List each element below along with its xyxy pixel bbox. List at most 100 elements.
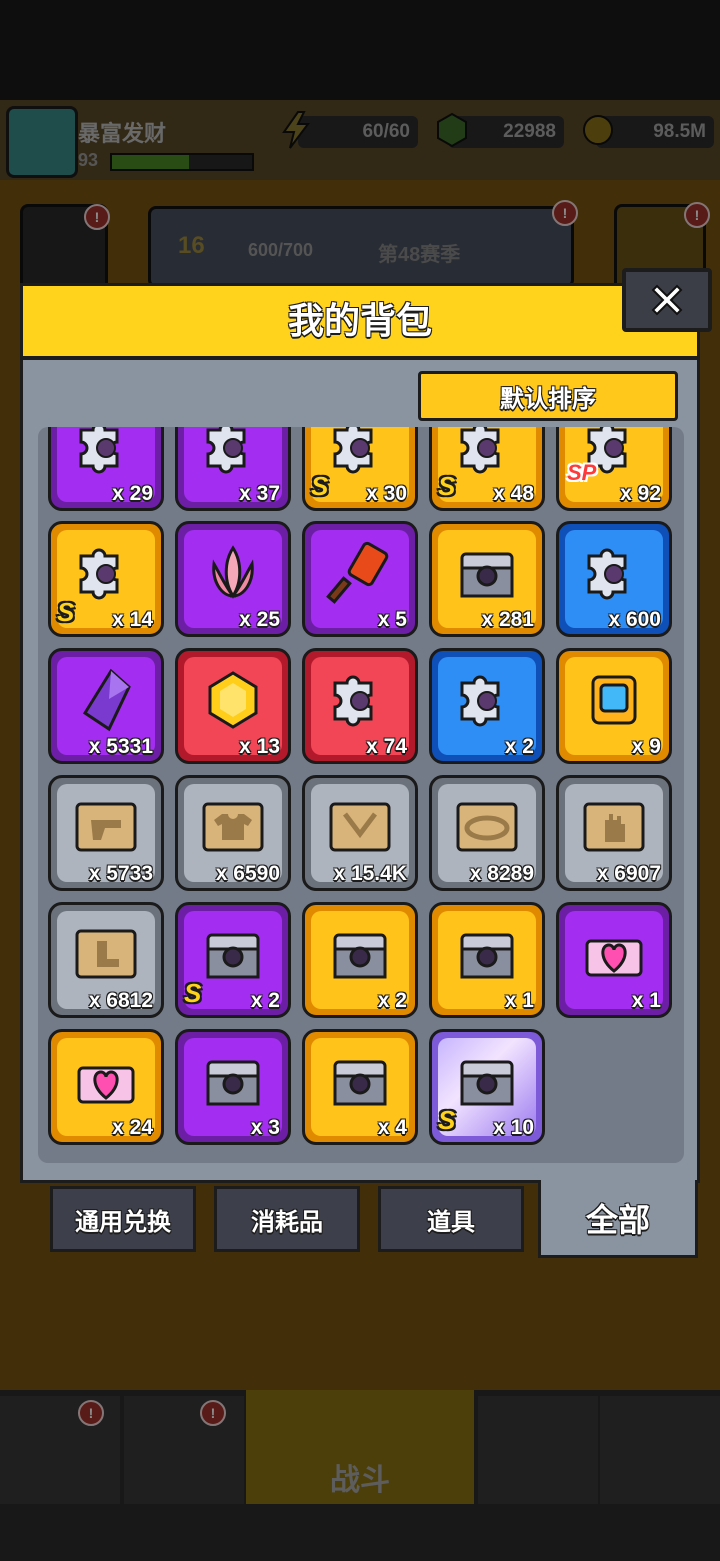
item-count: x 5331	[88, 735, 153, 758]
item-count: x 5733	[88, 862, 153, 885]
chest-icon	[321, 1042, 399, 1120]
item-count: x 13	[239, 735, 280, 758]
puzzle-piece-icon	[321, 427, 399, 486]
hammer-icon	[321, 534, 399, 612]
close-icon	[651, 284, 683, 316]
inventory-item[interactable]: Sx 10	[429, 1029, 545, 1145]
purple-crystal-icon	[67, 661, 145, 739]
tab-all[interactable]: 全部	[538, 1180, 698, 1258]
inventory-item[interactable]: Sx 14	[48, 521, 164, 637]
blueprint-belt-icon	[448, 788, 526, 866]
inventory-item[interactable]: x 281	[429, 521, 545, 637]
inventory-item[interactable]: x 1	[556, 902, 672, 1018]
chest-icon	[448, 1042, 526, 1120]
item-count: x 4	[377, 1116, 407, 1139]
inventory-item[interactable]: Sx 2	[175, 902, 291, 1018]
item-count: x 281	[481, 608, 534, 631]
inventory-item[interactable]: x 6812	[48, 902, 164, 1018]
lotus-icon	[194, 534, 272, 612]
blueprint-necklace-icon	[321, 788, 399, 866]
rarity-s-badge: S	[311, 471, 329, 501]
heart-chest-icon	[67, 1042, 145, 1120]
tab-label: 消耗品	[251, 1208, 323, 1236]
blueprint-glove-icon	[575, 788, 653, 866]
inventory-item[interactable]: x 29	[48, 427, 164, 511]
item-count: x 14	[112, 608, 153, 631]
tab-consumables[interactable]: 消耗品	[214, 1186, 360, 1252]
blueprint-shirt-icon	[194, 788, 272, 866]
rarity-s-badge: S	[438, 471, 456, 501]
tab-label: 道具	[427, 1208, 475, 1236]
item-count: x 8289	[469, 862, 534, 885]
sort-button[interactable]: 默认排序	[418, 371, 678, 421]
inventory-item[interactable]: x 8289	[429, 775, 545, 891]
rarity-s-badge: S	[184, 978, 202, 1008]
item-count: x 10	[493, 1116, 534, 1139]
chest-icon	[194, 1042, 272, 1120]
item-count: x 6907	[596, 862, 661, 885]
inventory-item[interactable]: x 24	[48, 1029, 164, 1145]
item-grid: x 29 x 37 Sx 30 Sx 48 SP x 92 Sx 14 x 25 x 5x 28…	[38, 427, 684, 1163]
puzzle-piece-icon	[67, 534, 145, 612]
item-count: x 29	[112, 482, 153, 505]
inventory-item[interactable]: x 5733	[48, 775, 164, 891]
inventory-item[interactable]: x 9	[556, 648, 672, 764]
puzzle-piece-icon	[448, 427, 526, 486]
close-button[interactable]	[622, 268, 712, 332]
item-count: x 48	[493, 482, 534, 505]
inventory-item[interactable]: x 1	[429, 902, 545, 1018]
inventory-item[interactable]: x 6590	[175, 775, 291, 891]
inventory-item[interactable]: x 600	[556, 521, 672, 637]
heart-chest-icon	[575, 915, 653, 993]
sort-label: 默认排序	[500, 385, 596, 413]
inventory-item[interactable]: x 15.4K	[302, 775, 418, 891]
item-count: x 30	[366, 482, 407, 505]
item-count: x 92	[620, 482, 661, 505]
inventory-item[interactable]: x 13	[175, 648, 291, 764]
rarity-sp-badge: SP	[567, 460, 597, 485]
chest-icon	[321, 915, 399, 993]
puzzle-piece-icon	[575, 534, 653, 612]
blueprint-gun-icon	[67, 788, 145, 866]
tab-exchange[interactable]: 通用兑换	[50, 1186, 196, 1252]
inventory-item[interactable]: x 2	[429, 648, 545, 764]
tab-props[interactable]: 道具	[378, 1186, 524, 1252]
item-count: x 6812	[88, 989, 153, 1012]
inventory-item[interactable]: x 5331	[48, 648, 164, 764]
gold-gem-icon	[194, 661, 272, 739]
item-count: x 25	[239, 608, 280, 631]
inventory-item[interactable]: SP x 92	[556, 427, 672, 511]
tab-label: 通用兑换	[75, 1208, 171, 1236]
item-count: x 2	[250, 989, 280, 1012]
chest-icon	[194, 915, 272, 993]
rarity-s-badge: S	[57, 597, 75, 627]
inventory-item[interactable]: x 2	[302, 902, 418, 1018]
item-count: x 15.4K	[333, 862, 407, 885]
item-count: x 37	[239, 482, 280, 505]
item-count: x 5	[377, 608, 407, 631]
modal-title: 我的背包	[287, 300, 432, 341]
inventory-item[interactable]: x 4	[302, 1029, 418, 1145]
item-count: x 1	[504, 989, 534, 1012]
chest-icon	[448, 534, 526, 612]
inventory-item[interactable]: Sx 30	[302, 427, 418, 511]
inventory-item[interactable]: x 5	[302, 521, 418, 637]
item-count: x 2	[377, 989, 407, 1012]
tab-label: 全部	[585, 1201, 650, 1238]
item-count: x 24	[112, 1116, 153, 1139]
item-count: x 2	[504, 735, 534, 758]
inventory-item[interactable]: x 74	[302, 648, 418, 764]
device-icon	[575, 661, 653, 739]
item-count: x 1	[631, 989, 661, 1012]
inventory-item[interactable]: Sx 48	[429, 427, 545, 511]
item-count: x 9	[631, 735, 661, 758]
puzzle-piece-icon	[321, 661, 399, 739]
puzzle-piece-icon	[194, 427, 272, 486]
inventory-item[interactable]: x 3	[175, 1029, 291, 1145]
inventory-item[interactable]: x 37	[175, 427, 291, 511]
inventory-item[interactable]: x 25	[175, 521, 291, 637]
item-count: x 74	[366, 735, 407, 758]
chest-icon	[448, 915, 526, 993]
rarity-s-badge: S	[438, 1105, 456, 1135]
inventory-item[interactable]: x 6907	[556, 775, 672, 891]
